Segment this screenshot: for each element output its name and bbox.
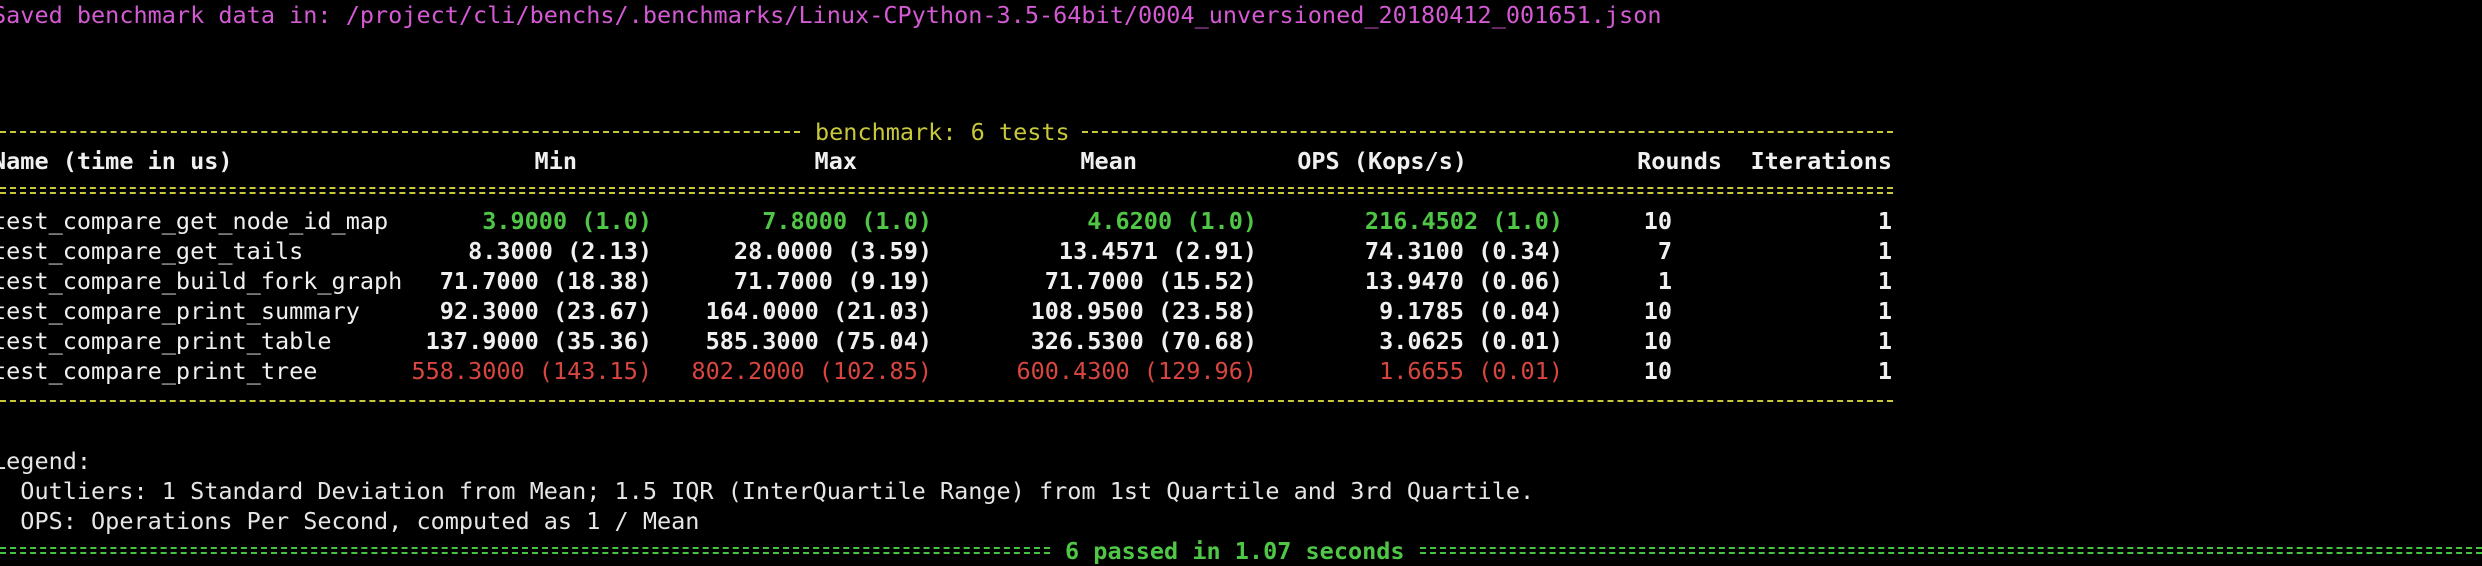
header-max: Max [814, 147, 857, 175]
cell-name: test_compare_print_tree [0, 357, 318, 385]
cell-rounds: 10 [1643, 357, 1672, 385]
table-row: test_compare_print_tree 558.3000 (143.15)… [0, 356, 2482, 386]
cell-max: 802.2000 (102.85) [691, 357, 932, 385]
cell-name: test_compare_get_tails [0, 237, 304, 265]
cell-min: 137.9000 (35.36) [425, 327, 652, 355]
table-row: test_compare_get_node_id_map 3.9000 (1.0)… [0, 206, 2482, 236]
separator-right [1082, 131, 1893, 133]
cell-mean: 600.4300 (129.96) [1016, 357, 1257, 385]
cell-min: 3.9000 (1.0) [482, 207, 652, 235]
cell-name: test_compare_get_node_id_map [0, 207, 389, 235]
legend-outliers: Outliers: 1 Standard Deviation from Mean… [0, 477, 1535, 505]
legend-ops: OPS: Operations Per Second, computed as … [0, 507, 700, 535]
header-ops: OPS (Kops/s) [1297, 147, 1467, 175]
cell-rounds: 7 [1657, 237, 1672, 265]
cell-ops: 13.9470 (0.06) [1364, 267, 1563, 295]
header-separator [0, 187, 1893, 194]
summary-rule-left [0, 547, 1050, 554]
cell-max: 585.3000 (75.04) [705, 327, 932, 355]
legend-title: Legend: [0, 447, 92, 475]
cell-min: 558.3000 (143.15) [411, 357, 652, 385]
separator-left [0, 131, 800, 133]
table-bottom-separator [0, 400, 1893, 402]
cell-iterations: 1 [1877, 327, 1892, 355]
summary-rule-right [1420, 547, 2482, 554]
cell-min: 92.3000 (23.67) [439, 297, 652, 325]
cell-min: 71.7000 (18.38) [439, 267, 652, 295]
table-row: test_compare_get_tails 8.3000 (2.13) 28.00… [0, 236, 2482, 266]
saved-data-message: Saved benchmark data in: /project/cli/be… [0, 1, 1662, 29]
cell-rounds: 1 [1657, 267, 1672, 295]
cell-ops: 216.4502 (1.0) [1364, 207, 1563, 235]
cell-iterations: 1 [1877, 207, 1892, 235]
header-min: Min [534, 147, 577, 175]
cell-max: 7.8000 (1.0) [762, 207, 932, 235]
cell-rounds: 10 [1643, 207, 1672, 235]
cell-max: 28.0000 (3.59) [733, 237, 932, 265]
cell-iterations: 1 [1877, 267, 1892, 295]
cell-ops: 1.6655 (0.01) [1379, 357, 1563, 385]
cell-mean: 13.4571 (2.91) [1058, 237, 1257, 265]
header-rounds: Rounds [1637, 147, 1722, 175]
cell-max: 71.7000 (9.19) [733, 267, 932, 295]
cell-min: 8.3000 (2.13) [468, 237, 652, 265]
header-name: Name (time in us) [0, 147, 233, 175]
header-mean: Mean [1080, 147, 1137, 175]
cell-name: test_compare_print_table [0, 327, 332, 355]
cell-rounds: 10 [1643, 297, 1672, 325]
cell-mean: 4.6200 (1.0) [1087, 207, 1257, 235]
terminal-window: Saved benchmark data in: /project/cli/be… [0, 0, 2482, 565]
cell-ops: 9.1785 (0.04) [1379, 297, 1563, 325]
cell-rounds: 10 [1643, 327, 1672, 355]
table-header: Name (time in us) Min Max Mean OPS (Kops… [0, 146, 2482, 176]
table-row: test_compare_print_table 137.9000 (35.36)… [0, 326, 2482, 356]
cell-name: test_compare_print_summary [0, 297, 360, 325]
table-row: test_compare_print_summary 92.3000 (23.67… [0, 296, 2482, 326]
cell-ops: 3.0625 (0.01) [1379, 327, 1563, 355]
cell-mean: 326.5300 (70.68) [1030, 327, 1257, 355]
cell-iterations: 1 [1877, 297, 1892, 325]
cell-iterations: 1 [1877, 357, 1892, 385]
cell-mean: 108.9500 (23.58) [1030, 297, 1257, 325]
cell-max: 164.0000 (21.03) [705, 297, 932, 325]
cell-mean: 71.7000 (15.52) [1044, 267, 1257, 295]
cell-ops: 74.3100 (0.34) [1364, 237, 1563, 265]
table-row: test_compare_build_fork_graph 71.7000 (18… [0, 266, 2482, 296]
header-iterations: Iterations [1750, 147, 1892, 175]
cell-iterations: 1 [1877, 237, 1892, 265]
cell-name: test_compare_build_fork_graph [0, 267, 403, 295]
